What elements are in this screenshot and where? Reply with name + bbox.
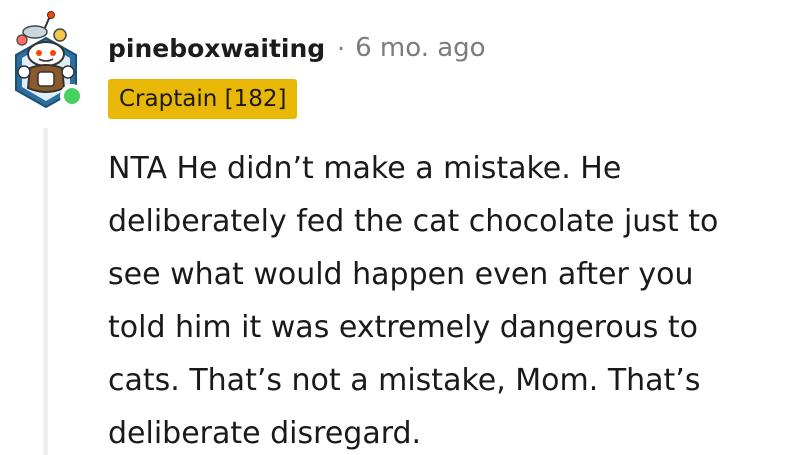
comment-body: NTA He didn’t make a mistake. He deliber… bbox=[108, 151, 719, 451]
comment-author-link[interactable]: pineboxwaiting bbox=[108, 34, 325, 63]
thread-collapse-line[interactable] bbox=[43, 128, 48, 455]
user-flair-badge: Craptain [182] bbox=[108, 79, 298, 119]
meta-separator: · bbox=[337, 33, 346, 63]
comment-meta: pineboxwaiting · 6 mo. ago bbox=[108, 28, 486, 68]
user-avatar[interactable] bbox=[10, 10, 88, 110]
comment-timestamp[interactable]: 6 mo. ago bbox=[355, 33, 485, 63]
comment: pineboxwaiting · 6 mo. ago Craptain [182… bbox=[0, 0, 791, 455]
online-status-indicator bbox=[60, 84, 84, 108]
